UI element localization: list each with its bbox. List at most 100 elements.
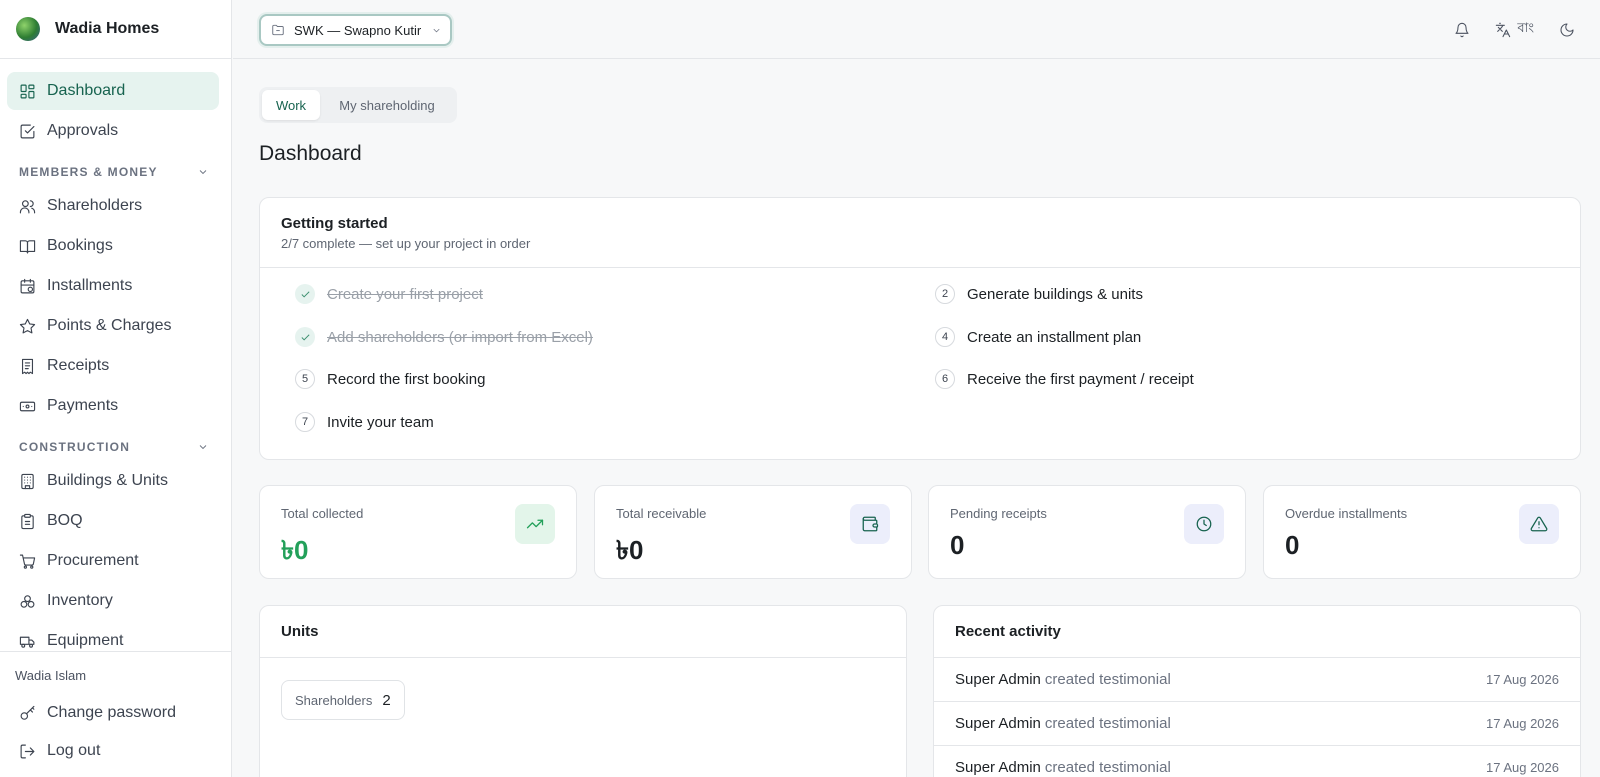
sidebar-item-shareholders[interactable]: Shareholders <box>7 187 219 225</box>
top-actions: বাং <box>1445 0 1600 59</box>
tab-work[interactable]: Work <box>262 90 320 120</box>
logout-button[interactable]: Log out <box>7 733 219 769</box>
receipt-icon <box>19 358 36 375</box>
sidebar-item-label: Installments <box>47 277 133 294</box>
notifications-button[interactable] <box>1445 14 1479 46</box>
sidebar-item-dashboard[interactable]: Dashboard <box>7 72 219 110</box>
sidebar-item-equipment[interactable]: Equipment <box>7 622 219 651</box>
section-construction[interactable]: CONSTRUCTION <box>19 440 209 454</box>
activity-row[interactable]: Super Admin created testimonial 17 Aug 20… <box>934 702 1580 746</box>
sidebar-item-label: Shareholders <box>47 197 143 214</box>
activity-row[interactable]: Super Admin created testimonial 17 Aug 20… <box>934 658 1580 702</box>
change-password-button[interactable]: Change password <box>7 695 219 731</box>
stat-value: ৳0 <box>281 535 309 565</box>
sidebar-item-label: Points & Charges <box>47 317 172 334</box>
sidebar-item-buildings-units[interactable]: Buildings & Units <box>7 462 219 500</box>
getting-started-card: Getting started 2/7 complete — set up yo… <box>259 197 1581 460</box>
key-icon <box>19 705 36 722</box>
language-toggle[interactable]: বাং <box>1487 14 1542 46</box>
section-members-money[interactable]: MEMBERS & MONEY <box>19 165 209 179</box>
sidebar-item-installments[interactable]: Installments <box>7 267 219 305</box>
step-generate-buildings[interactable]: 2 Generate buildings & units <box>935 284 1143 304</box>
chevron-down-icon <box>199 170 207 175</box>
stat-label: Total receivable <box>616 506 707 521</box>
moon-icon <box>1560 22 1574 36</box>
check-icon <box>295 327 315 347</box>
sidebar-nav: Dashboard Approvals MEMBERS & MONEY Shar… <box>0 59 231 651</box>
recent-activity-title: Recent activity <box>934 606 1580 658</box>
sidebar-item-receipts[interactable]: Receipts <box>7 347 219 385</box>
activity-action: created testimonial <box>1044 715 1171 732</box>
activity-row[interactable]: Super Admin created testimonial 17 Aug 20… <box>934 746 1580 777</box>
sidebar-item-label: Receipts <box>47 357 110 374</box>
stat-value: ৳0 <box>616 535 644 565</box>
stat-total-receivable: Total receivable ৳0 <box>594 485 912 579</box>
user-name: Wadia Islam <box>15 668 87 683</box>
step-number: 5 <box>295 369 315 389</box>
getting-started-title: Getting started <box>281 215 388 232</box>
building-icon <box>19 473 36 490</box>
step-label: Receive the first payment / receipt <box>967 370 1194 388</box>
sidebar-item-procurement[interactable]: Procurement <box>7 542 219 580</box>
brand[interactable]: Wadia Homes <box>0 0 231 59</box>
step-first-booking[interactable]: 5 Record the first booking <box>295 369 485 389</box>
brand-name: Wadia Homes <box>55 20 160 37</box>
bell-icon <box>1455 22 1469 37</box>
step-label: Record the first booking <box>327 370 486 388</box>
recent-activity-card: Recent activity Super Admin created testi… <box>933 605 1581 777</box>
topbar: SWK — Swapno Kutir বাং <box>233 0 1600 59</box>
theme-toggle[interactable] <box>1550 14 1584 46</box>
getting-started-progress: 2/7 complete — set up your project in or… <box>281 236 531 251</box>
alert-triangle-icon <box>1519 504 1559 544</box>
step-label: Add shareholders (or import from Excel) <box>327 328 593 346</box>
step-first-payment[interactable]: 6 Receive the first payment / receipt <box>935 369 1194 389</box>
getting-started-header: Getting started 2/7 complete — set up yo… <box>260 198 1580 268</box>
activity-actor: Super Admin <box>955 671 1041 688</box>
step-add-shareholders[interactable]: Add shareholders (or import from Excel) <box>295 327 593 347</box>
step-number: 6 <box>935 369 955 389</box>
users-icon <box>19 198 36 215</box>
language-label: বাং <box>1517 20 1534 35</box>
sidebar-item-label: Dashboard <box>47 82 126 99</box>
sidebar-footer: Wadia Islam Change password Log out <box>0 651 231 777</box>
step-invite-team[interactable]: 7 Invite your team <box>295 412 434 432</box>
sidebar-item-label: Inventory <box>47 592 113 609</box>
chip-label: Shareholders <box>295 692 373 708</box>
wallet-icon <box>850 504 890 544</box>
chip-value: 2 <box>382 691 391 709</box>
sidebar-item-inventory[interactable]: Inventory <box>7 582 219 620</box>
sidebar: Wadia Homes Dashboard Approvals MEMBERS … <box>0 0 232 777</box>
sidebar-item-points-charges[interactable]: Points & Charges <box>7 307 219 345</box>
stat-total-collected: Total collected ৳0 <box>259 485 577 579</box>
section-label: CONSTRUCTION <box>19 440 131 454</box>
activity-actor: Super Admin <box>955 759 1041 776</box>
brand-logo <box>16 17 40 41</box>
clipboard-icon <box>19 513 36 530</box>
sidebar-item-label: Procurement <box>47 552 139 569</box>
translate-icon <box>1496 22 1511 37</box>
sidebar-item-bookings[interactable]: Bookings <box>7 227 219 265</box>
trending-up-icon <box>515 504 555 544</box>
stat-value: 0 <box>950 530 965 560</box>
folder-icon <box>272 24 284 36</box>
check-square-icon <box>19 123 36 140</box>
sidebar-item-label: Payments <box>47 397 119 414</box>
truck-icon <box>19 633 36 650</box>
logout-icon <box>19 743 36 760</box>
activity-date: 17 Aug 2026 <box>1485 672 1559 687</box>
sidebar-item-label: Buildings & Units <box>47 472 168 489</box>
sidebar-item-boq[interactable]: BOQ <box>7 502 219 540</box>
step-installment-plan[interactable]: 4 Create an installment plan <box>935 327 1141 347</box>
activity-date: 17 Aug 2026 <box>1485 760 1559 775</box>
step-create-project[interactable]: Create your first project <box>295 284 483 304</box>
project-select[interactable]: SWK — Swapno Kutir <box>259 14 452 46</box>
shareholders-chip[interactable]: Shareholders 2 <box>281 680 405 720</box>
step-number: 7 <box>295 412 315 432</box>
sidebar-item-approvals[interactable]: Approvals <box>7 112 219 150</box>
page-title: Dashboard <box>259 142 362 165</box>
step-label: Generate buildings & units <box>967 285 1143 303</box>
sidebar-item-payments[interactable]: Payments <box>7 387 219 425</box>
tab-my-shareholding[interactable]: My shareholding <box>320 90 454 120</box>
stat-label: Total collected <box>281 506 364 521</box>
activity-actor: Super Admin <box>955 715 1041 732</box>
